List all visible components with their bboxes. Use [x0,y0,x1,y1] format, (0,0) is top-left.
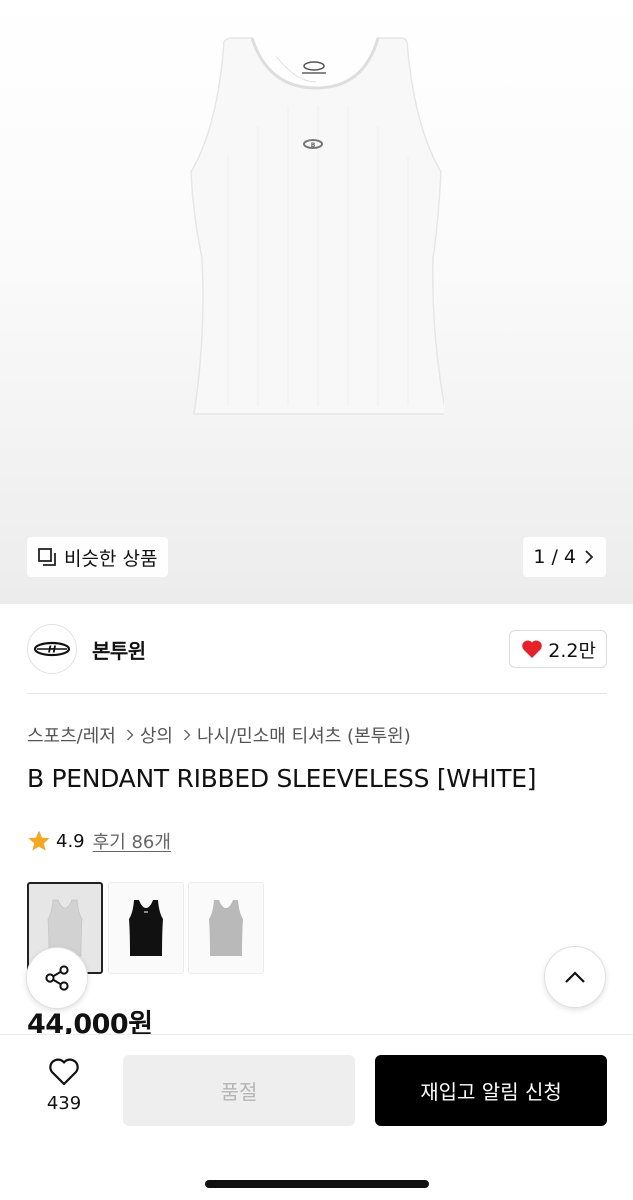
copy-icon [38,548,56,566]
wishlist-count: 439 [46,1093,82,1114]
breadcrumb-item[interactable]: 상의 [140,722,173,748]
chevron-right-icon [126,729,134,741]
heart-outline-icon [49,1058,79,1086]
brand-like-button[interactable]: 2.2만 [509,630,607,668]
brand-row[interactable]: H 본투윈 2.2만 [27,623,607,675]
divider [27,693,607,694]
home-indicator [205,1180,429,1188]
share-button[interactable] [26,947,88,1009]
similar-products-label: 비슷한 상품 [64,547,158,570]
brand-logo[interactable]: H [27,624,77,674]
review-count-link[interactable]: 후기 86개 [93,828,171,854]
wishlist-button[interactable]: 439 [34,1057,94,1114]
rating-row[interactable]: 4.9 후기 86개 [27,828,171,854]
purchase-bar: 439 품절 재입고 알림 신청 [0,1034,633,1200]
brand-name[interactable]: 본투윈 [92,635,146,664]
share-icon [45,965,69,991]
breadcrumb-item[interactable]: 스포츠/레저 [27,722,116,748]
heart-filled-icon [522,640,543,658]
similar-products-button[interactable]: 비슷한 상품 [27,537,169,577]
color-option-grey[interactable] [188,882,264,974]
product-image-gallery[interactable]: B 비슷한 상품 1 / 4 [0,0,633,604]
color-option-black[interactable] [108,882,184,974]
scroll-top-button[interactable] [544,946,606,1008]
restock-notify-button[interactable]: 재입고 알림 신청 [375,1055,607,1126]
breadcrumb: 스포츠/레저 상의 나시/민소매 티셔츠 (본투윈) [27,722,411,748]
star-icon [28,830,50,851]
soldout-button[interactable]: 품절 [123,1055,355,1126]
chevron-right-icon [184,729,191,741]
image-pager-count: 1 / 4 [533,546,576,568]
option-thumbnail [129,900,163,956]
chevron-up-icon [565,971,585,983]
brand-logo-mark: H [33,641,71,657]
image-pager[interactable]: 1 / 4 [523,537,606,577]
brand-like-count: 2.2만 [548,639,596,662]
product-title: B PENDANT RIBBED SLEEVELESS [WHITE] [27,764,537,793]
svg-text:B: B [311,142,316,149]
rating-score: 4.9 [56,830,85,852]
option-thumbnail [209,900,243,956]
svg-text:H: H [48,645,57,656]
chevron-right-icon [585,550,594,564]
breadcrumb-item[interactable]: 나시/민소매 티셔츠 (본투윈) [197,722,411,748]
product-image: B [190,37,444,415]
